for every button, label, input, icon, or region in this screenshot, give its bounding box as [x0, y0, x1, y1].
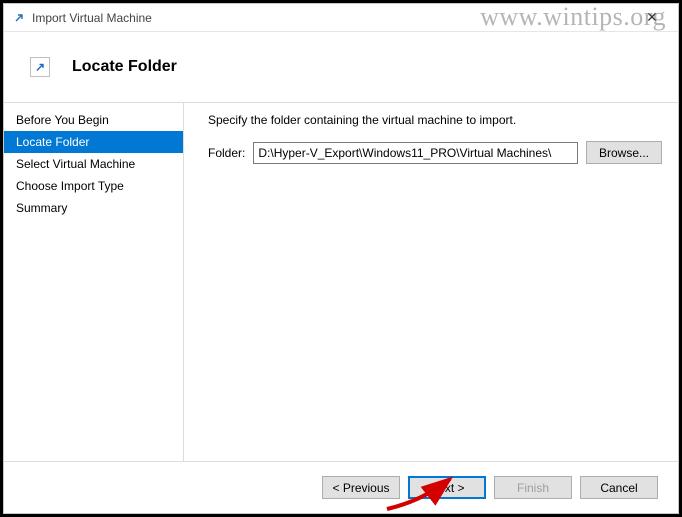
wizard-footer: < Previous Next > Finish Cancel	[4, 461, 678, 513]
previous-button[interactable]: < Previous	[322, 476, 400, 499]
page-title: Locate Folder	[72, 58, 177, 76]
wizard-header: ↗ Locate Folder	[4, 32, 678, 102]
arrow-up-right-icon: ↗	[30, 57, 50, 77]
instruction-text: Specify the folder containing the virtua…	[208, 113, 662, 127]
import-wizard-dialog: Import Virtual Machine ✕ ↗ Locate Folder…	[3, 3, 679, 514]
wizard-steps-sidebar: Before You Begin Locate Folder Select Vi…	[4, 103, 184, 461]
step-before-you-begin[interactable]: Before You Begin	[4, 109, 183, 131]
window-title: Import Virtual Machine	[32, 11, 632, 25]
finish-button: Finish	[494, 476, 572, 499]
step-locate-folder[interactable]: Locate Folder	[4, 131, 183, 153]
browse-button[interactable]: Browse...	[586, 141, 662, 164]
step-choose-import-type[interactable]: Choose Import Type	[4, 175, 183, 197]
close-button[interactable]: ✕	[632, 6, 672, 30]
app-icon	[12, 11, 26, 25]
titlebar: Import Virtual Machine ✕	[4, 4, 678, 32]
folder-label: Folder:	[208, 146, 245, 160]
cancel-button[interactable]: Cancel	[580, 476, 658, 499]
wizard-content: Specify the folder containing the virtua…	[184, 103, 678, 461]
folder-input[interactable]	[253, 142, 578, 164]
next-button[interactable]: Next >	[408, 476, 486, 499]
folder-row: Folder: Browse...	[208, 141, 662, 164]
step-summary[interactable]: Summary	[4, 197, 183, 219]
step-select-virtual-machine[interactable]: Select Virtual Machine	[4, 153, 183, 175]
wizard-body: Before You Begin Locate Folder Select Vi…	[4, 102, 678, 461]
